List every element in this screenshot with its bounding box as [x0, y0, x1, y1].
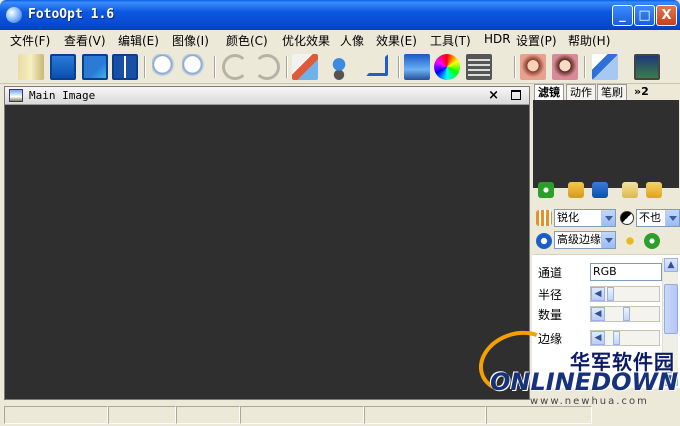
- landscape-icon[interactable]: [404, 54, 430, 80]
- param-amount-label: 数量: [538, 308, 563, 322]
- export-icon[interactable]: [634, 54, 660, 80]
- contrast-icon: [620, 211, 634, 225]
- menu-portrait[interactable]: 人像: [340, 32, 364, 49]
- image-canvas[interactable]: [5, 105, 529, 399]
- mode-select[interactable]: 不也: [636, 209, 680, 227]
- main-image-caption: Main Image ×: [5, 87, 529, 105]
- menu-hdr[interactable]: HDR: [484, 32, 511, 46]
- status-cell-5: [364, 406, 486, 424]
- param-radius-label: 半径: [538, 288, 563, 302]
- filter-select-value: 锐化: [557, 211, 579, 224]
- pen-icon[interactable]: [592, 54, 618, 80]
- filter-row: 锐化 不也: [532, 208, 680, 230]
- close-image-button[interactable]: ×: [488, 88, 499, 103]
- save-preset-icon[interactable]: [592, 182, 608, 198]
- channel-value: RGB: [593, 265, 617, 278]
- open-folder-icon[interactable]: [568, 182, 584, 198]
- menu-image[interactable]: 图像(I): [172, 32, 209, 49]
- open-icon[interactable]: [18, 54, 44, 80]
- zoom-in-icon[interactable]: [152, 54, 178, 80]
- magic-wand-icon[interactable]: [622, 233, 638, 249]
- menu-bar: 文件(F) 查看(V) 编辑(E) 图像(I) 颜色(C) 优化效果 人像 效果…: [0, 30, 680, 50]
- menu-settings[interactable]: 设置(P): [516, 32, 557, 49]
- portrait-beauty-icon[interactable]: [552, 54, 578, 80]
- param-channel-label: 通道: [538, 266, 563, 280]
- watermark-en: ONLINEDOWN: [490, 368, 679, 396]
- param-channel: 通道 RGB: [532, 262, 680, 282]
- menu-file[interactable]: 文件(F): [10, 32, 50, 49]
- redo-icon[interactable]: [254, 54, 280, 80]
- status-cell-4: [240, 406, 364, 424]
- play-icon[interactable]: [538, 182, 554, 198]
- tab-brushes[interactable]: 笔刷: [597, 84, 627, 100]
- edge-row: 高级边缘: [532, 230, 680, 252]
- reset-icon[interactable]: [646, 182, 662, 198]
- status-cell-1: [4, 406, 108, 424]
- status-cell-3: [176, 406, 240, 424]
- filter-select[interactable]: 锐化: [554, 209, 616, 227]
- menu-tools[interactable]: 工具(T): [430, 32, 471, 49]
- apply-icon[interactable]: [644, 233, 660, 249]
- import-icon[interactable]: [622, 182, 638, 198]
- radius-slider[interactable]: ◀: [590, 286, 660, 302]
- menu-edit[interactable]: 编辑(E): [118, 32, 159, 49]
- target-icon: [536, 233, 552, 249]
- undo-icon[interactable]: [222, 54, 248, 80]
- maximize-button[interactable]: □: [634, 5, 655, 26]
- brush-icon[interactable]: [326, 54, 352, 80]
- main-image-window: Main Image ×: [4, 86, 530, 400]
- param-radius: 半径 ◀: [532, 284, 680, 304]
- title-bar: FotoOpt 1.6 _ □ X: [0, 0, 680, 30]
- zoom-out-icon[interactable]: [182, 54, 208, 80]
- app-icon: [6, 7, 22, 23]
- menu-help[interactable]: 帮助(H): [568, 32, 610, 49]
- menu-color[interactable]: 颜色(C): [226, 32, 268, 49]
- status-cell-2: [108, 406, 176, 424]
- close-button[interactable]: X: [656, 5, 677, 26]
- main-image-title: Main Image: [29, 89, 96, 102]
- toolbar: [0, 50, 680, 84]
- tab-overflow[interactable]: »2: [631, 84, 652, 100]
- menu-optimize[interactable]: 优化效果: [282, 32, 330, 49]
- grid-icon: [536, 210, 552, 226]
- maximize-image-button[interactable]: [511, 90, 521, 100]
- amount-slider[interactable]: ◀: [590, 306, 660, 322]
- color-wheel-icon[interactable]: [434, 54, 460, 80]
- menu-effects[interactable]: 效果(E): [376, 32, 417, 49]
- tab-filters[interactable]: 滤镜: [534, 84, 564, 100]
- crop-icon[interactable]: [366, 54, 388, 76]
- tab-actions[interactable]: 动作: [566, 84, 596, 100]
- edge-select-value: 高级边缘: [557, 233, 601, 246]
- film-icon[interactable]: [466, 54, 492, 80]
- minimize-button[interactable]: _: [612, 5, 633, 26]
- window-title: FotoOpt 1.6: [28, 7, 115, 22]
- mode-select-value: 不也: [639, 211, 661, 224]
- save-icon[interactable]: [50, 54, 76, 80]
- param-amount: 数量 ◀: [532, 304, 680, 324]
- compare-icon[interactable]: [112, 54, 138, 80]
- panel-tabs: 滤镜 动作 笔刷 »2: [532, 84, 680, 100]
- watermark-url: www.newhua.com: [530, 396, 649, 407]
- save-as-icon[interactable]: [82, 54, 108, 80]
- filter-actions: [532, 182, 680, 204]
- image-icon: [9, 89, 23, 102]
- watermark-logo: 华军软件园 ONLINEDOWN www.newhua.com: [470, 320, 680, 426]
- edge-select[interactable]: 高级边缘: [554, 231, 616, 249]
- channel-select[interactable]: RGB: [590, 263, 662, 281]
- menu-view[interactable]: 查看(V): [64, 32, 106, 49]
- resize-icon[interactable]: [292, 54, 318, 80]
- filter-preview: [533, 100, 679, 188]
- portrait-icon[interactable]: [520, 54, 546, 80]
